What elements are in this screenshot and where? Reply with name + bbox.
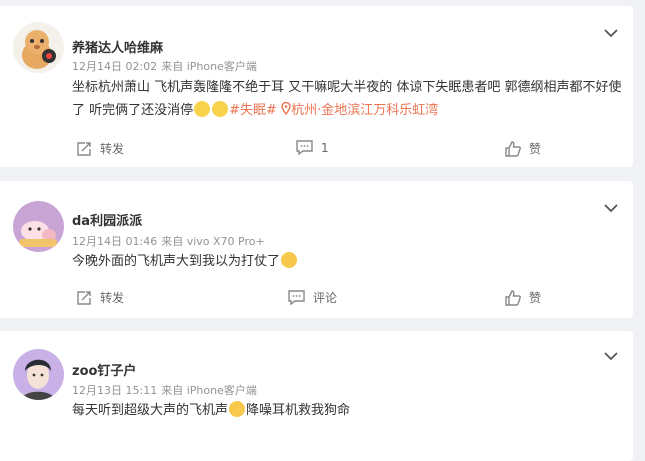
repost-label: 转发 xyxy=(100,291,125,305)
repost-label: 转发 xyxy=(100,142,125,156)
comment-icon xyxy=(296,140,313,155)
post-body: 今晚外面的飞机声大到我以为打仗了 xyxy=(72,254,281,269)
sleepy-emoji-icon xyxy=(194,101,211,117)
location-link[interactable]: 杭州·金地滨江万科乐虹湾 xyxy=(281,101,439,118)
post-actions: 转发 1 赞 xyxy=(0,140,633,160)
chevron-down-icon[interactable] xyxy=(603,199,619,213)
repost-icon xyxy=(77,290,91,305)
comment-icon xyxy=(288,290,305,305)
like-button[interactable]: 赞 xyxy=(505,140,541,157)
post-source: 来自 iPhone客户端 xyxy=(161,60,257,73)
post-actions: 转发 评论 赞 xyxy=(0,289,633,309)
post-meta: 12月13日 15:11 来自 iPhone客户端 xyxy=(72,382,257,398)
post-body-after: 降噪耳机救我狗命 xyxy=(246,403,351,418)
repost-button[interactable]: 转发 xyxy=(76,289,124,306)
sleepy-emoji-icon xyxy=(212,101,229,117)
post-meta: 12月14日 01:46 来自 vivo X70 Pro+ xyxy=(72,233,265,249)
username[interactable]: 养猪达人哈维麻 xyxy=(72,37,163,56)
post-card: zoo钉子户 12月13日 15:11 来自 iPhone客户端 每天听到超级大声… xyxy=(0,331,633,461)
thumbs-up-icon xyxy=(505,140,521,157)
thumbs-up-icon xyxy=(505,289,521,306)
post-body-before: 每天听到超级大声的飞机声 xyxy=(72,403,229,418)
comment-label: 评论 xyxy=(313,291,338,305)
repost-icon xyxy=(77,141,91,156)
post-meta: 12月14日 02:02 来自 iPhone客户端 xyxy=(72,58,257,74)
post-text: 坐标杭州萧山 飞机声轰隆隆不绝于耳 又干嘛呢大半夜的 体谅下失眠患者吧 郭德纲相… xyxy=(72,76,628,122)
post-source: 来自 iPhone客户端 xyxy=(161,384,257,397)
avatar[interactable] xyxy=(13,22,64,73)
crying-emoji-icon xyxy=(229,401,246,417)
post-text: 每天听到超级大声的飞机声 降噪耳机救我狗命 xyxy=(72,399,628,422)
post-text: 今晚外面的飞机声大到我以为打仗了 xyxy=(72,250,628,273)
avatar[interactable] xyxy=(13,201,64,252)
username[interactable]: zoo钉子户 xyxy=(72,360,136,379)
post-source: 来自 vivo X70 Pro+ xyxy=(161,235,265,248)
location-text: 杭州·金地滨江万科乐虹湾 xyxy=(291,103,439,118)
repost-button[interactable]: 转发 xyxy=(76,140,124,157)
post-date[interactable]: 12月14日 02:02 xyxy=(72,60,157,73)
post-card: 养猪达人哈维麻 12月14日 02:02 来自 iPhone客户端 坐标杭州萧山 … xyxy=(0,6,633,167)
confused-emoji-icon xyxy=(281,252,298,268)
hashtag-link[interactable]: #失眠# xyxy=(229,103,277,118)
username[interactable]: da利园派派 xyxy=(72,210,142,229)
post-date[interactable]: 12月13日 15:11 xyxy=(72,384,157,397)
location-pin-icon xyxy=(281,101,291,116)
comment-count: 1 xyxy=(321,140,329,155)
like-label: 赞 xyxy=(529,291,542,305)
comment-button[interactable]: 评论 xyxy=(288,289,337,306)
chevron-down-icon[interactable] xyxy=(603,24,619,38)
post-card: da利园派派 12月14日 01:46 来自 vivo X70 Pro+ 今晚外面… xyxy=(0,181,633,318)
chevron-down-icon[interactable] xyxy=(603,347,619,361)
like-label: 赞 xyxy=(529,142,542,156)
like-button[interactable]: 赞 xyxy=(505,289,541,306)
post-date[interactable]: 12月14日 01:46 xyxy=(72,235,157,248)
avatar[interactable] xyxy=(13,349,64,400)
comment-button[interactable]: 1 xyxy=(296,140,329,155)
